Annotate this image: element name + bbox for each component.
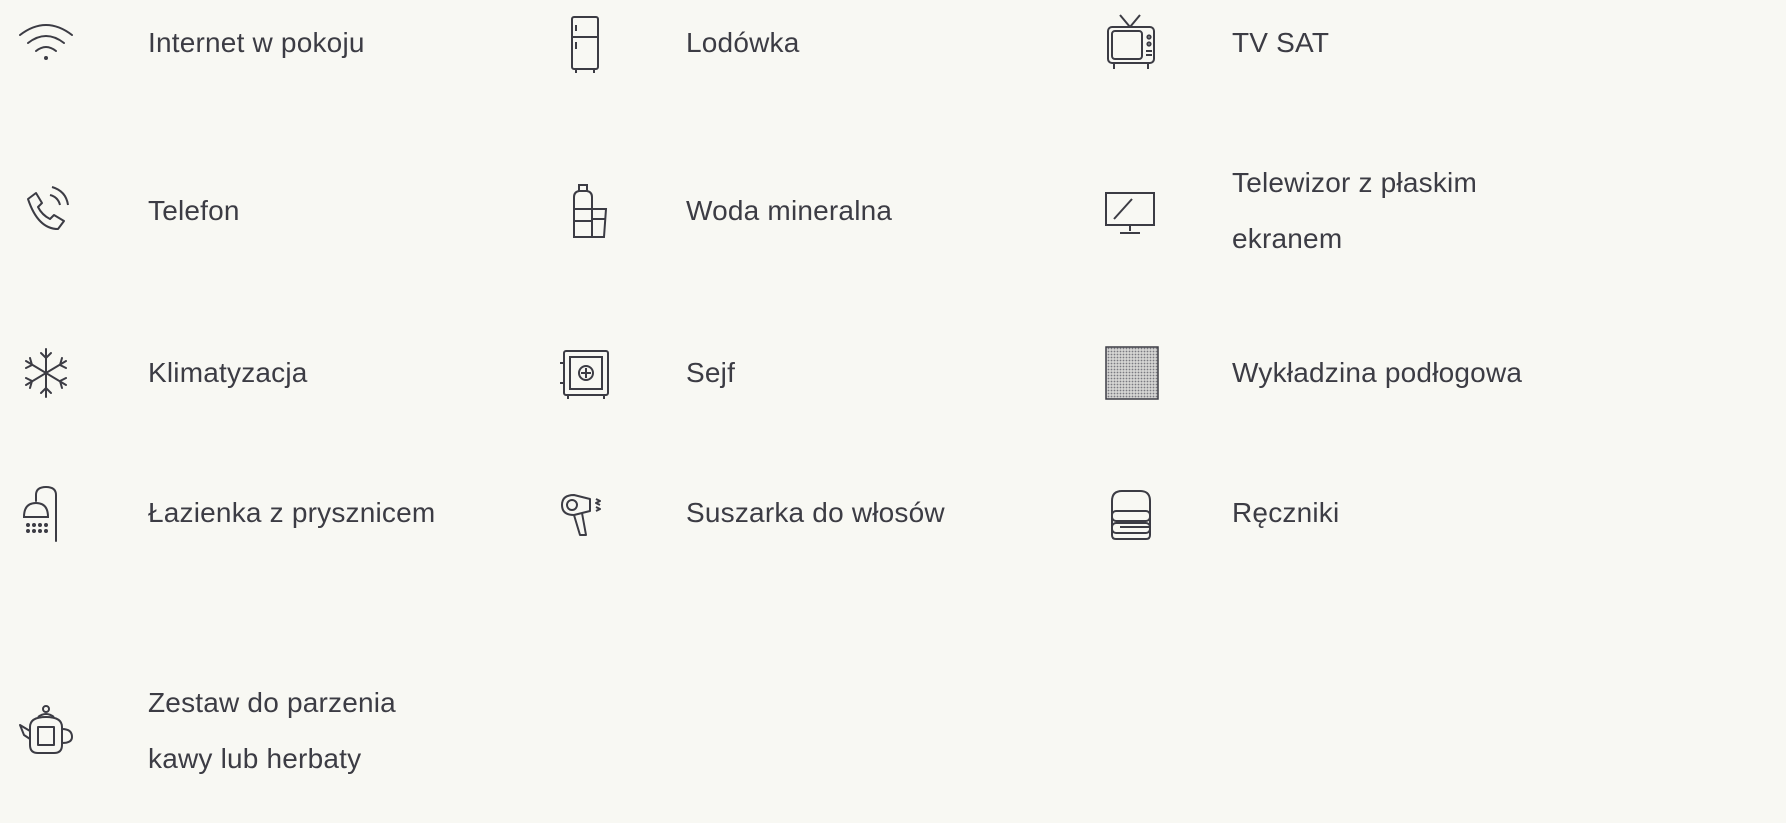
flat-screen-tv-icon [1098,179,1162,243]
carpet-icon [1098,341,1162,405]
tv-icon [1098,11,1162,75]
wifi-icon [14,11,78,75]
towels-icon [1098,481,1162,545]
fridge-icon [552,11,616,75]
amenity-label: Klimatyzacja [148,357,308,388]
shower-icon [14,481,78,545]
amenity-label: Suszarka do włosów [686,497,945,528]
snowflake-icon [14,341,78,405]
safe-icon [552,341,616,405]
amenity-label: Ręczniki [1232,497,1340,528]
amenity-label: Telewizor z płaskim ekranem [1232,167,1477,254]
kettle-icon [14,699,78,763]
amenity-label: Łazienka z prysznicem [148,497,436,528]
hair-dryer-icon [552,481,616,545]
water-bottle-icon [552,179,616,243]
amenity-label: Telefon [148,195,240,226]
amenity-label: Internet w pokoju [148,27,365,58]
amenity-label: Sejf [686,357,736,388]
amenity-label: Lodówka [686,27,800,58]
amenity-label: TV SAT [1232,27,1330,58]
amenity-label: Zestaw do parzenia kawy lub herbaty [148,687,396,774]
phone-icon [14,179,78,243]
amenity-label: Wykładzina podłogowa [1232,357,1523,388]
amenity-label: Woda mineralna [686,195,893,226]
